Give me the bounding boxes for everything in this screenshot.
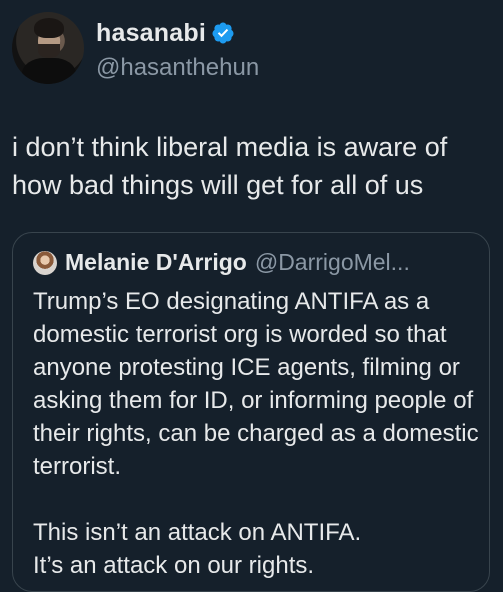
author-row: hasanabi @hasanthehun (12, 12, 259, 84)
tweet-text: i don’t think liberal media is aware of … (12, 132, 448, 200)
quoted-tweet-card[interactable]: Melanie D'Arrigo @DarrigoMel... Trump’s … (12, 232, 490, 592)
quoted-tweet-text: Trump’s EO designating ANTIFA as a domes… (33, 288, 479, 579)
author-display-name[interactable]: hasanabi (96, 19, 206, 48)
quoted-author-avatar (33, 250, 57, 275)
quoted-author-handle: @DarrigoMel... (254, 249, 410, 275)
quoted-author-display-name: Melanie D'Arrigo (65, 249, 247, 275)
author-handle[interactable]: @hasanthehun (96, 54, 259, 82)
author-names: hasanabi @hasanthehun (96, 12, 259, 82)
verified-badge-icon[interactable] (211, 21, 235, 45)
author-avatar[interactable] (12, 12, 84, 84)
tweet: hasanabi @hasanthehun i don’t think libe… (0, 0, 503, 592)
quoted-tweet-header: Melanie D'Arrigo @DarrigoMel... (33, 249, 410, 276)
display-name-row: hasanabi (96, 18, 259, 48)
